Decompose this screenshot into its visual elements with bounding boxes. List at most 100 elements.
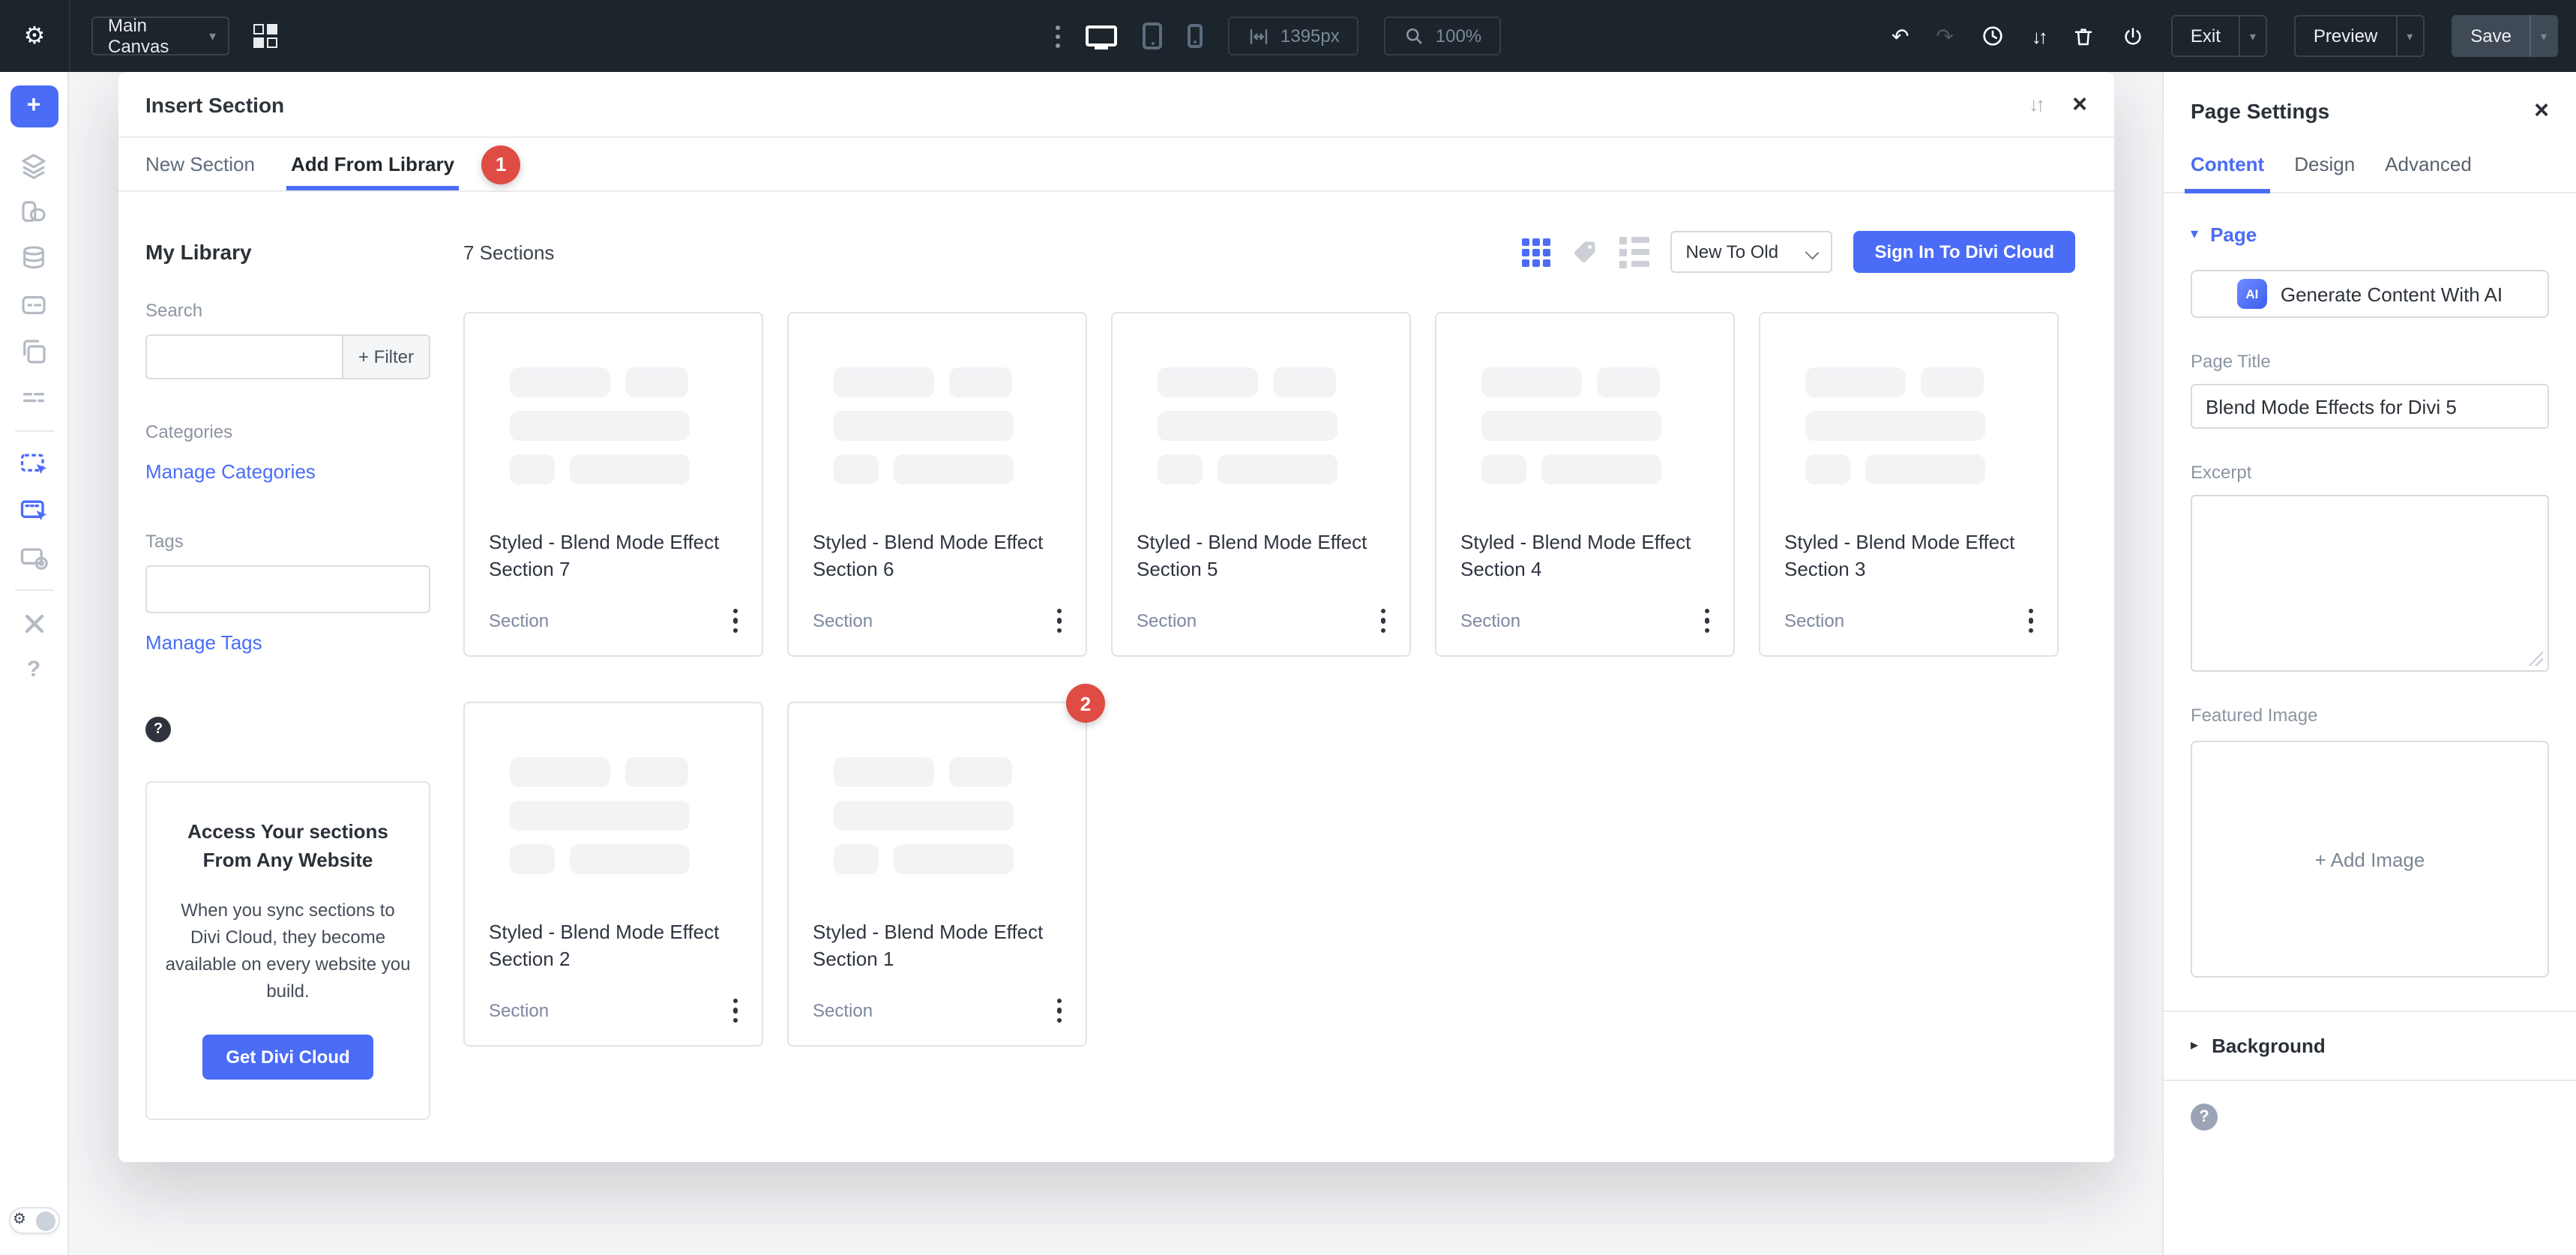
preview-button[interactable]: Preview ▾	[2294, 15, 2424, 57]
resize-handle[interactable]	[2528, 651, 2543, 666]
section-card[interactable]: 2 Styled - Blend Mode Effect Section 1 S…	[787, 702, 1087, 1047]
more-options-icon[interactable]	[1056, 25, 1060, 47]
panel-close-icon[interactable]: ×	[2534, 97, 2549, 123]
canvas-selector-dropdown[interactable]: Main Canvas ▾	[91, 16, 229, 55]
add-element-button[interactable]: +	[10, 85, 58, 127]
width-arrows-icon	[1248, 25, 1270, 47]
list-settings-icon[interactable]	[18, 375, 49, 421]
tags-input[interactable]	[145, 565, 430, 613]
skeleton-block	[570, 844, 690, 874]
sort-arrows-icon[interactable]: ↓↑	[2029, 93, 2042, 115]
portability-power-icon[interactable]	[2122, 25, 2144, 47]
filter-button[interactable]: + Filter	[342, 334, 430, 379]
help-icon[interactable]: ?	[27, 646, 40, 693]
section-card-title: Styled - Blend Mode Effect Section 6	[813, 529, 1062, 585]
panel-help-icon[interactable]: ?	[2191, 1104, 2218, 1131]
section-card[interactable]: Styled - Blend Mode Effect Section 2 Sec…	[463, 702, 763, 1047]
tag-view-icon[interactable]	[1571, 238, 1598, 265]
exit-dropdown-caret-icon[interactable]: ▾	[2240, 29, 2266, 43]
get-divi-cloud-button[interactable]: Get Divi Cloud	[202, 1034, 373, 1079]
card-thumbnail-skeleton	[1481, 367, 1709, 484]
desktop-view-icon[interactable]	[1086, 25, 1117, 46]
canvas-width-value: 1395px	[1281, 25, 1340, 46]
tab-advanced[interactable]: Advanced	[2385, 153, 2472, 175]
background-group-toggle[interactable]: ▸ Background	[2191, 1012, 2549, 1080]
card-options-kebab-icon[interactable]	[1374, 605, 1391, 636]
redo-icon[interactable]: ↷	[1936, 25, 1953, 46]
builder-settings-gear-icon[interactable]: ⚙	[0, 21, 69, 51]
grid-cell	[267, 37, 277, 48]
generate-content-ai-button[interactable]: AI Generate Content With AI	[2191, 270, 2549, 318]
library-help-icon[interactable]: ?	[145, 717, 171, 742]
layers-icon[interactable]	[18, 142, 49, 189]
canvas-width-field[interactable]: 1395px	[1228, 16, 1359, 55]
tab-new-section[interactable]: New Section	[145, 153, 255, 175]
tab-add-from-library[interactable]: Add From Library	[291, 153, 454, 175]
card-thumbnail-skeleton	[510, 757, 738, 874]
zoom-level-field[interactable]: 100%	[1385, 16, 1501, 55]
page-group-toggle[interactable]: ▾ Page	[2191, 223, 2549, 246]
section-card-type: Section	[489, 610, 549, 631]
database-icon[interactable]	[18, 235, 49, 282]
card-options-kebab-icon[interactable]	[1050, 605, 1068, 636]
card-options-kebab-icon[interactable]	[2022, 605, 2039, 636]
grid-view-icon[interactable]	[1522, 238, 1550, 266]
section-card[interactable]: Styled - Blend Mode Effect Section 5 Sec…	[1111, 312, 1411, 657]
save-button[interactable]: Save ▾	[2451, 15, 2558, 57]
skeleton-block	[1805, 367, 1906, 397]
list-view-icon[interactable]	[1619, 236, 1649, 268]
manage-categories-link[interactable]: Manage Categories	[145, 460, 316, 483]
tools-icon[interactable]	[19, 600, 49, 646]
tab-content[interactable]: Content	[2191, 153, 2264, 175]
trash-icon[interactable]	[2072, 25, 2095, 47]
page-title-input[interactable]	[2191, 384, 2549, 429]
section-card[interactable]: Styled - Blend Mode Effect Section 7 Sec…	[463, 312, 763, 657]
layout-grid-icon[interactable]	[253, 24, 277, 48]
card-options-kebab-icon[interactable]	[1050, 995, 1068, 1026]
skeleton-block	[949, 757, 1012, 787]
save-library-icon[interactable]	[17, 534, 50, 580]
card-options-kebab-icon[interactable]	[1698, 605, 1715, 636]
divi-cloud-promo-card: Access Your sections From Any Website Wh…	[145, 781, 430, 1119]
section-card[interactable]: Styled - Blend Mode Effect Section 6 Sec…	[787, 312, 1087, 657]
card-options-kebab-icon[interactable]	[726, 605, 744, 636]
search-input[interactable]	[145, 334, 342, 379]
divi-visual-builder: ⚙ Main Canvas ▾ 1395px 100% ↶ ↷	[0, 0, 2576, 1255]
skeleton-block	[894, 844, 1014, 874]
sort-order-select[interactable]: New To Old	[1670, 231, 1832, 273]
history-icon[interactable]	[1981, 24, 2005, 48]
presets-icon[interactable]	[18, 189, 49, 235]
interaction-select-icon[interactable]	[17, 441, 50, 487]
modal-tab-bar: New Section Add From Library 1	[118, 138, 2114, 192]
grid-cell	[253, 24, 264, 34]
rail-divider	[14, 430, 53, 432]
section-card[interactable]: Styled - Blend Mode Effect Section 4 Sec…	[1435, 312, 1735, 657]
skeleton-block	[1158, 411, 1337, 441]
triangle-right-icon: ▸	[2191, 1038, 2198, 1054]
import-export-icon[interactable]: ↓↑	[2032, 26, 2045, 46]
section-card[interactable]: Styled - Blend Mode Effect Section 3 Sec…	[1759, 312, 2059, 657]
exit-button[interactable]: Exit ▾	[2171, 15, 2267, 57]
skeleton-block	[1805, 454, 1850, 484]
skeleton-block	[1865, 454, 1985, 484]
excerpt-textarea[interactable]	[2191, 495, 2549, 672]
undo-icon[interactable]: ↶	[1892, 25, 1909, 46]
modal-close-icon[interactable]: ×	[2072, 91, 2087, 117]
card-options-kebab-icon[interactable]	[726, 995, 744, 1026]
interaction-menu-icon[interactable]	[17, 487, 50, 534]
sign-in-divi-cloud-button[interactable]: Sign In To Divi Cloud	[1853, 231, 2075, 273]
add-image-button[interactable]: + Add Image	[2315, 848, 2425, 870]
field-card-icon[interactable]	[18, 282, 49, 328]
preview-dropdown-caret-icon[interactable]: ▾	[2397, 29, 2422, 43]
featured-image-dropzone[interactable]: + Add Image	[2191, 741, 2549, 978]
tablet-view-icon[interactable]	[1143, 22, 1162, 49]
save-dropdown-caret-icon[interactable]: ▾	[2531, 29, 2557, 43]
copy-pages-icon[interactable]	[18, 328, 49, 375]
sections-grid-area: 7 Sections New To Old	[430, 192, 2114, 1162]
phone-view-icon[interactable]	[1188, 24, 1203, 48]
section-card-title: Styled - Blend Mode Effect Section 2	[489, 919, 738, 975]
tab-design[interactable]: Design	[2294, 153, 2355, 175]
settings-toggle[interactable]: ⚙	[8, 1207, 59, 1234]
manage-tags-link[interactable]: Manage Tags	[145, 631, 262, 654]
ai-badge-icon: AI	[2237, 279, 2267, 309]
